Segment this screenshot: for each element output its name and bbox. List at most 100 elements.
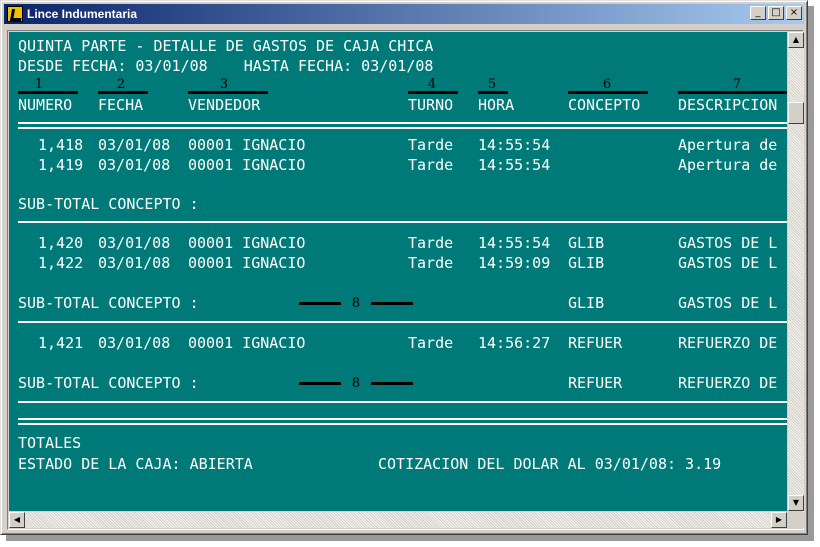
col-number-5: 5 [487,77,497,92]
row-numero: 1,422 [38,254,84,272]
totales-label: TOTALES [18,434,82,452]
row-descripcion: Apertura de [678,156,778,174]
app-logo-icon[interactable] [7,6,23,22]
row-fecha: 03/01/08 [98,136,171,154]
window-shadow-right [808,6,814,541]
report-title: QUINTA PARTE - DETALLE DE GASTOS DE CAJA… [18,37,434,55]
subtotal-descripcion: GASTOS DE L [678,294,778,312]
marker-bar-left [299,382,341,385]
subtotal-divider [18,321,787,323]
row-descripcion: Apertura de [678,136,778,154]
subtotal-divider [18,221,787,223]
subtotal-marker: 8 [299,296,413,311]
col-bar-2 [98,91,148,94]
header-turno: TURNO [408,96,454,114]
minimize-button[interactable]: _ [750,6,766,20]
row-hora: 14:55:54 [478,156,551,174]
totals-divider-top [18,418,787,420]
row-descripcion: GASTOS DE L [678,254,778,272]
maximize-button[interactable]: □ [768,6,784,20]
horizontal-scrollbar[interactable]: ◀ ▶ [9,512,787,528]
row-vendedor: 00001 IGNACIO [188,234,306,252]
header-vendedor: VENDEDOR [188,96,261,114]
row-concepto: GLIB [568,234,605,252]
row-descripcion: GASTOS DE L [678,234,778,252]
close-button[interactable]: × [786,6,802,20]
row-concepto: REFUER [568,334,623,352]
row-turno: Tarde [408,136,454,154]
scroll-right-button[interactable]: ▶ [771,512,787,528]
row-hora: 14:55:54 [478,234,551,252]
row-hora: 14:59:09 [478,254,551,272]
subtotal-label: SUB-TOTAL CONCEPTO : [18,195,199,213]
subtotal-marker: 8 [299,376,413,391]
row-numero: 1,418 [38,136,84,154]
title-bar[interactable]: Lince Indumentaria _ □ × [4,4,804,24]
row-numero: 1,419 [38,156,84,174]
row-concepto: GLIB [568,254,605,272]
col-bar-7 [678,91,787,94]
row-turno: Tarde [408,254,454,272]
window-title: Lince Indumentaria [27,7,138,21]
row-fecha: 03/01/08 [98,334,171,352]
col-number-2: 2 [116,77,126,92]
row-turno: Tarde [408,334,454,352]
row-hora: 14:55:54 [478,136,551,154]
row-fecha: 03/01/08 [98,156,171,174]
scroll-down-button[interactable]: ▼ [788,495,804,511]
header-concepto: CONCEPTO [568,96,641,114]
window-controls: _ □ × [748,6,802,20]
col-number-4: 4 [427,77,437,92]
col-number-1: 1 [34,77,44,92]
subtotal-concepto: GLIB [568,294,605,312]
row-vendedor: 00001 IGNACIO [188,334,306,352]
col-number-7: 7 [732,77,742,92]
marker-bar-right [371,302,413,305]
marker-bar-right [371,382,413,385]
subtotal-label: SUB-TOTAL CONCEPTO : [18,294,199,312]
row-numero: 1,421 [38,334,84,352]
vertical-scrollbar[interactable]: ▲ ▼ [788,32,804,511]
estado-caja: ESTADO DE LA CAJA: ABIERTA [18,455,253,473]
row-hora: 14:56:27 [478,334,551,352]
row-fecha: 03/01/08 [98,234,171,252]
header-hora: HORA [478,96,515,114]
client-area: QUINTA PARTE - DETALLE DE GASTOS DE CAJA… [7,30,804,530]
col-bar-1 [18,91,78,94]
col-bar-6 [568,91,648,94]
app-window: Lince Indumentaria _ □ × QUINTA PARTE - … [0,0,808,535]
row-fecha: 03/01/08 [98,254,171,272]
window-shadow-bottom [6,535,814,541]
header-numero: NUMERO [18,96,73,114]
marker-bar-left [299,302,341,305]
vertical-scroll-thumb[interactable] [788,102,804,124]
col-bar-5 [478,91,508,94]
col-number-6: 6 [602,77,612,92]
header-descripcion: DESCRIPCION [678,96,778,114]
col-number-3: 3 [219,77,229,92]
row-vendedor: 00001 IGNACIO [188,136,306,154]
row-vendedor: 00001 IGNACIO [188,156,306,174]
row-descripcion: REFUERZO DE [678,334,778,352]
col-bar-3 [188,91,268,94]
subtotal-descripcion: REFUERZO DE [678,374,778,392]
header-divider-top [18,122,787,124]
cotizacion-dolar: COTIZACION DEL DOLAR AL 03/01/08: 3.19 [378,455,722,473]
header-divider-bottom [18,127,787,129]
marker-number: 8 [351,376,361,391]
totals-divider-bottom [18,423,787,425]
row-vendedor: 00001 IGNACIO [188,254,306,272]
report-date-range: DESDE FECHA: 03/01/08 HASTA FECHA: 03/01… [18,57,434,75]
col-bar-4 [408,91,458,94]
subtotal-concepto: REFUER [568,374,623,392]
marker-number: 8 [351,296,361,311]
scroll-corner [788,512,804,528]
row-turno: Tarde [408,234,454,252]
scroll-left-button[interactable]: ◀ [9,512,25,528]
row-numero: 1,420 [38,234,84,252]
row-turno: Tarde [408,156,454,174]
subtotal-divider [18,401,787,403]
scroll-up-button[interactable]: ▲ [788,32,804,48]
report-screen: QUINTA PARTE - DETALLE DE GASTOS DE CAJA… [9,32,787,511]
header-fecha: FECHA [98,96,144,114]
